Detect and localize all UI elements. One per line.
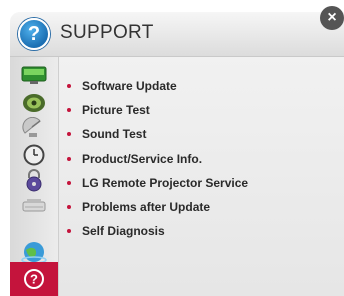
page-title: SUPPORT — [60, 22, 154, 43]
support-question-icon: ? — [18, 18, 50, 50]
satellite-dish-icon — [22, 117, 41, 137]
projector-option-icon — [22, 199, 46, 212]
sidebar-item-lock[interactable] — [13, 167, 55, 193]
menu-item-label: Self Diagnosis — [82, 224, 165, 239]
bullet-icon — [67, 180, 71, 185]
menu-item-remote-projector-service[interactable]: LG Remote Projector Service — [66, 171, 248, 195]
menu-item-label: Product/Service Info. — [82, 151, 203, 166]
bullet-icon — [67, 229, 71, 234]
sidebar-item-option[interactable] — [13, 193, 55, 219]
menu-item-label: Software Update — [82, 79, 177, 94]
svg-text:?: ? — [30, 272, 38, 287]
panel-header: ? SUPPORT — [10, 12, 344, 57]
menu-item-problems-after-update[interactable]: Problems after Update — [66, 195, 248, 219]
sidebar-item-support[interactable]: ? — [10, 262, 58, 296]
menu-item-self-diagnosis[interactable]: Self Diagnosis — [66, 219, 248, 243]
bullet-icon — [67, 156, 71, 161]
bullet-icon — [67, 132, 71, 137]
menu-item-label: Sound Test — [82, 127, 147, 142]
sound-speaker-icon — [23, 94, 45, 112]
menu-item-label: LG Remote Projector Service — [82, 175, 249, 190]
network-globe-icon — [21, 242, 47, 264]
lock-icon — [26, 169, 42, 192]
menu-item-software-update[interactable]: Software Update — [66, 74, 248, 98]
sidebar-item-channel[interactable] — [13, 115, 55, 141]
sidebar-item-picture[interactable] — [13, 63, 55, 89]
support-panel: ? SUPPORT ? Software Update Picture Test… — [10, 12, 344, 296]
bullet-icon — [67, 108, 71, 113]
bullet-icon — [67, 84, 71, 89]
support-question-icon: ? — [24, 269, 44, 289]
menu-item-product-service-info[interactable]: Product/Service Info. — [66, 147, 248, 171]
support-menu: Software Update Picture Test Sound Test … — [66, 74, 248, 243]
menu-item-label: Picture Test — [82, 103, 150, 118]
menu-item-picture-test[interactable]: Picture Test — [66, 98, 248, 122]
sidebar-item-time[interactable] — [13, 142, 55, 168]
category-sidebar: ? — [10, 57, 59, 296]
picture-monitor-icon — [21, 66, 47, 84]
menu-item-label: Problems after Update — [82, 200, 211, 215]
close-icon: × — [327, 9, 337, 26]
sidebar-item-sound[interactable] — [13, 90, 55, 116]
clock-time-icon — [23, 144, 45, 166]
menu-item-sound-test[interactable]: Sound Test — [66, 122, 248, 146]
bullet-icon — [67, 205, 71, 210]
close-button[interactable]: × — [320, 6, 344, 30]
